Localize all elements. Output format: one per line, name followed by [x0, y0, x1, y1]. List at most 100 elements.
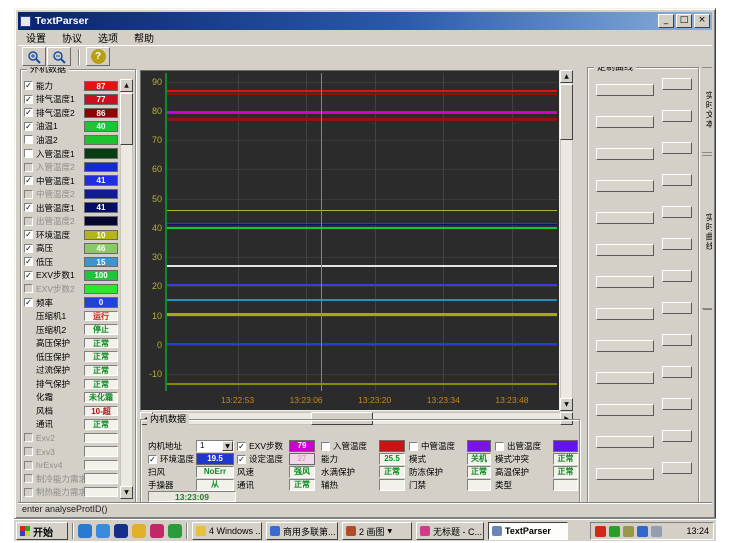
- zoom-in-button[interactable]: [22, 47, 46, 66]
- chevron-down-icon[interactable]: ▼: [222, 441, 233, 451]
- checkbox[interactable]: [321, 442, 330, 451]
- custom-curve-slot[interactable]: [596, 340, 654, 352]
- scroll-up-icon[interactable]: ▲: [120, 79, 133, 92]
- taskbar-window-button[interactable]: 无标题 - C...: [416, 522, 484, 540]
- help-button[interactable]: ?: [86, 47, 110, 66]
- custom-curve-slot[interactable]: [596, 84, 654, 96]
- menu-item[interactable]: 选项: [90, 30, 126, 45]
- ie-icon[interactable]: [78, 524, 92, 538]
- custom-curve-slot[interactable]: [662, 206, 692, 218]
- custom-curve-slot[interactable]: [662, 366, 692, 378]
- minimize-button[interactable]: _: [658, 14, 674, 28]
- checkbox[interactable]: ✓: [237, 442, 246, 451]
- network-icon[interactable]: [609, 526, 620, 537]
- checkbox[interactable]: [24, 217, 33, 226]
- checkbox[interactable]: [24, 447, 33, 456]
- custom-curve-slot[interactable]: [662, 430, 692, 442]
- custom-curve-slot[interactable]: [596, 404, 654, 416]
- custom-curve-slot[interactable]: [662, 302, 692, 314]
- custom-curve-slot[interactable]: [662, 462, 692, 474]
- custom-curve-slot[interactable]: [662, 270, 692, 282]
- custom-curve-slot[interactable]: [596, 276, 654, 288]
- start-button[interactable]: 开始: [16, 522, 68, 540]
- messenger-icon[interactable]: [637, 526, 648, 537]
- checkbox[interactable]: [24, 488, 33, 497]
- checkbox[interactable]: ✓: [24, 271, 33, 280]
- custom-curve-slot[interactable]: [662, 398, 692, 410]
- menu-item[interactable]: 设置: [18, 30, 54, 45]
- menu-item[interactable]: 帮助: [126, 30, 162, 45]
- checkbox[interactable]: ✓: [148, 455, 157, 464]
- checkbox[interactable]: [24, 190, 33, 199]
- scroll-up-icon[interactable]: ▲: [560, 70, 573, 83]
- scroll-down-icon[interactable]: ▼: [560, 398, 573, 411]
- scrollbar-thumb[interactable]: [120, 93, 133, 145]
- media-icon[interactable]: [150, 524, 164, 538]
- system-tray: 13:24: [590, 522, 714, 540]
- taskbar-window-button[interactable]: TextParser: [488, 522, 568, 540]
- custom-curve-slot[interactable]: [596, 436, 654, 448]
- checkbox[interactable]: [24, 149, 33, 158]
- checkbox[interactable]: [24, 433, 33, 442]
- custom-curve-slot[interactable]: [662, 174, 692, 186]
- custom-curve-slot[interactable]: [596, 180, 654, 192]
- alert-icon[interactable]: [595, 526, 606, 537]
- custom-curve-slot[interactable]: [662, 142, 692, 154]
- custom-curve-slot[interactable]: [662, 334, 692, 346]
- checkbox[interactable]: ✓: [24, 108, 33, 117]
- custom-curve-slot[interactable]: [596, 148, 654, 160]
- custom-curve-slot[interactable]: [596, 116, 654, 128]
- restore-button[interactable]: □: [676, 14, 692, 28]
- checkbox[interactable]: [24, 135, 33, 144]
- sidebar-item-label: 高压保护: [36, 337, 84, 349]
- menu-item[interactable]: 协议: [54, 30, 90, 45]
- sidebar-scrollbar[interactable]: ▲ ▼: [120, 79, 133, 499]
- folder-icon[interactable]: [132, 524, 146, 538]
- checkbox[interactable]: ✓: [24, 176, 33, 185]
- mail-icon[interactable]: [96, 524, 110, 538]
- checkbox[interactable]: [24, 163, 33, 172]
- custom-curve-slot[interactable]: [596, 372, 654, 384]
- checkbox[interactable]: ✓: [24, 257, 33, 266]
- taskbar-window-button[interactable]: 商用多联第...: [266, 522, 338, 540]
- checkbox[interactable]: [24, 474, 33, 483]
- scrollbar-thumb[interactable]: [560, 84, 573, 140]
- custom-curve-slot[interactable]: [596, 308, 654, 320]
- printer-icon[interactable]: [651, 526, 662, 537]
- custom-curve-slot[interactable]: [662, 238, 692, 250]
- custom-curve-slot[interactable]: [596, 212, 654, 224]
- custom-curve-slot[interactable]: [662, 78, 692, 90]
- custom-curve-slot[interactable]: [662, 110, 692, 122]
- checkbox[interactable]: [495, 442, 504, 451]
- checkbox[interactable]: ✓: [24, 244, 33, 253]
- checkbox[interactable]: ✓: [24, 81, 33, 90]
- checkbox[interactable]: ✓: [237, 455, 246, 464]
- app-icon[interactable]: [114, 524, 128, 538]
- series-line: [165, 227, 557, 229]
- scroll-down-icon[interactable]: ▼: [120, 486, 133, 499]
- taskbar-window-button[interactable]: 4 Windows ...▼: [192, 522, 262, 540]
- custom-curve-slot[interactable]: [596, 468, 654, 480]
- volume-icon[interactable]: [623, 526, 634, 537]
- tool-icon[interactable]: [168, 524, 182, 538]
- chart-cursor-line[interactable]: [321, 73, 322, 391]
- checkbox[interactable]: [24, 461, 33, 470]
- close-button[interactable]: ×: [694, 14, 710, 28]
- checkbox[interactable]: [409, 442, 418, 451]
- indoor-panel-title: 内机数据: [147, 414, 189, 425]
- status-value: 正常: [84, 365, 118, 376]
- checkbox[interactable]: ✓: [24, 230, 33, 239]
- tab-realtime-curve[interactable]: 实时曲线: [702, 155, 712, 309]
- checkbox[interactable]: ✓: [24, 122, 33, 131]
- indoor-address-dropdown[interactable]: 1▼: [196, 440, 234, 452]
- title-bar[interactable]: TextParser _ □ ×: [18, 12, 712, 30]
- zoom-out-button[interactable]: [47, 47, 71, 66]
- taskbar-window-button[interactable]: 2 画图▼: [342, 522, 412, 540]
- custom-curve-slot[interactable]: [596, 244, 654, 256]
- chart-vscrollbar[interactable]: ▲ ▼: [560, 70, 573, 411]
- checkbox[interactable]: ✓: [24, 203, 33, 212]
- tab-realtime-text[interactable]: 实时文本: [702, 67, 712, 153]
- checkbox[interactable]: ✓: [24, 95, 33, 104]
- checkbox[interactable]: [24, 284, 33, 293]
- checkbox[interactable]: ✓: [24, 298, 33, 307]
